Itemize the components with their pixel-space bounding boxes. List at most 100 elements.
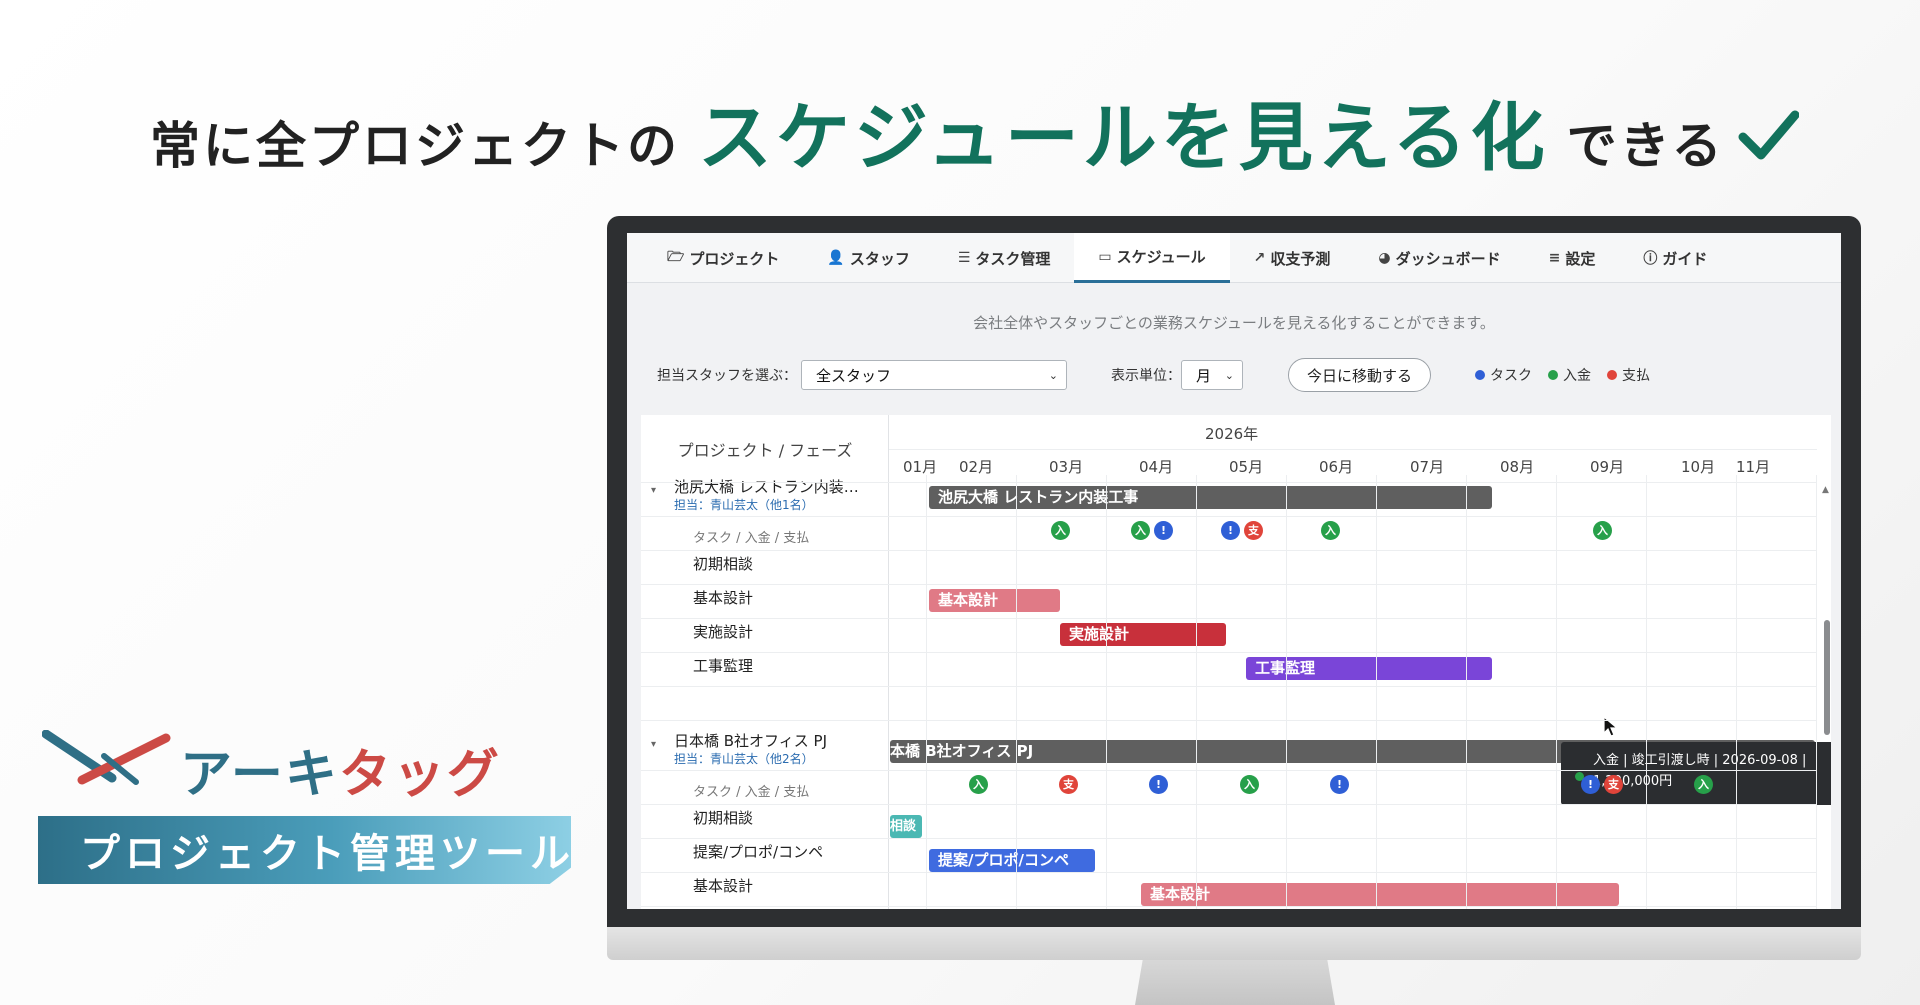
marker-tooltip: 入金 | 竣工引渡し時 | 2026-09-08 | 1,200,000円	[1561, 742, 1831, 805]
marker-income[interactable]: 入	[1131, 521, 1150, 540]
marker-payment[interactable]: 支	[1604, 775, 1623, 794]
collapse-caret-icon[interactable]: ▾	[651, 739, 656, 750]
headline-emphasis: スケジュールを見える化	[698, 95, 1549, 181]
phase-label: 工事監理	[693, 657, 754, 675]
grid-column-line	[926, 475, 927, 909]
list-check-icon: ☰	[957, 250, 971, 266]
marker-task[interactable]: !	[1581, 775, 1600, 794]
tab-label: タスク管理	[975, 249, 1051, 268]
legend-dot	[1607, 370, 1618, 380]
month-label: 11月	[1736, 458, 1771, 476]
phase-label: 初期相談	[693, 809, 754, 827]
grid-row-line	[641, 618, 1817, 619]
phase-bar-kihon[interactable]: 基本設計	[929, 589, 1060, 612]
brand-logo-icon	[42, 730, 171, 785]
grid-column-line	[1196, 475, 1197, 909]
grid-column-line	[1556, 475, 1557, 909]
brand-name-part1: アーキ	[180, 745, 339, 805]
headline-suffix: できる	[1566, 117, 1725, 175]
grid-column-line	[1376, 475, 1377, 909]
legend-income: 入金	[1548, 365, 1591, 385]
tab-guide[interactable]: ⓘ ガイド	[1619, 233, 1731, 283]
today-button[interactable]: 今日に移動する	[1288, 358, 1432, 392]
monitor-chin	[607, 925, 1861, 960]
staff-select[interactable]: 全スタッフ ⌄	[801, 360, 1067, 390]
tab-settings[interactable]: ≡ 設定	[1525, 233, 1620, 283]
grid-column-line	[1736, 475, 1737, 909]
marker-income[interactable]: 入	[1051, 521, 1070, 540]
user-gear-icon: 👤	[827, 250, 845, 266]
phase-bar-shodan[interactable]: 相談	[890, 815, 922, 838]
legend-label: 支払	[1622, 368, 1651, 384]
scroll-up-arrow-icon[interactable]: ▲	[1822, 485, 1829, 495]
grid-row-line	[641, 770, 1817, 771]
grid-row-line	[641, 652, 1817, 653]
chevron-down-icon: ⌄	[1224, 368, 1234, 382]
grid-row-line	[641, 906, 1817, 907]
phase-label: 基本設計	[693, 589, 754, 607]
legend-payment: 支払	[1607, 365, 1650, 385]
folder-icon: 🗁	[667, 249, 685, 265]
brand-name-part2: タッグ	[338, 745, 501, 805]
marker-task[interactable]: !	[1154, 521, 1173, 540]
unit-select[interactable]: 月 ⌄	[1181, 360, 1243, 390]
grid-column-line	[1286, 475, 1287, 909]
grid-row-line	[641, 838, 1817, 839]
phase-label: 実施設計	[693, 623, 754, 641]
month-label: 06月	[1319, 458, 1354, 476]
phase-label: 基本設計	[693, 877, 754, 895]
tab-task-management[interactable]: ☰ タスク管理	[934, 233, 1075, 283]
project-owner[interactable]: 担当：青山芸太（他2名）	[674, 750, 814, 767]
legend-dot	[1548, 370, 1559, 380]
marker-income[interactable]: 入	[1240, 775, 1259, 794]
task-row-label: タスク / 入金 / 支払	[693, 785, 810, 800]
tab-schedule[interactable]: ▭ スケジュール	[1074, 233, 1230, 283]
grid-column-line	[1016, 475, 1017, 909]
task-row-label: タスク / 入金 / 支払	[693, 531, 810, 546]
marker-income[interactable]: 入	[1321, 521, 1340, 540]
headline: 常に全プロジェクトの スケジュールを見える化 できる	[150, 78, 1800, 181]
legend-dot	[1475, 370, 1486, 380]
sliders-icon: ≡	[1548, 250, 1561, 266]
month-label: 02月	[959, 458, 994, 476]
legend-label: タスク	[1490, 368, 1533, 384]
phase-label: 提案/プロポ/コンペ	[693, 843, 824, 861]
marker-income[interactable]: 入	[969, 775, 988, 794]
marker-task[interactable]: !	[1330, 775, 1349, 794]
project-title[interactable]: 日本橋 B社オフィス PJ	[674, 730, 827, 751]
marker-task[interactable]: !	[1221, 521, 1240, 540]
project-bar[interactable]: 池尻大橋 レストラン内装工事	[929, 486, 1492, 509]
project-title[interactable]: 池尻大橋 レストラン内装…	[674, 476, 859, 497]
headline-prefix: 常に全プロジェクトの	[150, 117, 680, 175]
marker-income[interactable]: 入	[1593, 521, 1612, 540]
tab-staff[interactable]: 👤 スタッフ	[803, 233, 933, 283]
grid-row-line	[641, 584, 1817, 585]
month-label: 08月	[1500, 458, 1535, 476]
phase-bar-kihon[interactable]: 基本設計	[1141, 883, 1619, 906]
month-label: 03月	[1049, 458, 1084, 476]
marker-task[interactable]: !	[1149, 775, 1168, 794]
gantt-scrollbar[interactable]: ▲	[1822, 415, 1831, 909]
grid-column-line	[1816, 475, 1817, 909]
phase-label: 初期相談	[693, 555, 754, 573]
legend-label: 入金	[1563, 368, 1592, 384]
grid-row-line	[641, 516, 1817, 517]
marker-payment[interactable]: 支	[1244, 521, 1263, 540]
tab-dashboard[interactable]: ◕ ダッシュボード	[1354, 233, 1524, 283]
brand-name: アーキタッグ	[180, 732, 501, 807]
check-icon	[1738, 110, 1799, 160]
tab-project[interactable]: 🗁 プロジェクト	[643, 233, 803, 283]
phase-bar-kanri[interactable]: 工事監理	[1246, 657, 1492, 680]
scroll-thumb[interactable]	[1824, 620, 1830, 735]
collapse-caret-icon[interactable]: ▾	[651, 485, 656, 496]
marker-payment[interactable]: 支	[1059, 775, 1078, 794]
phase-bar-jisshi[interactable]: 実施設計	[1060, 623, 1226, 646]
grid-row-line	[641, 482, 1817, 483]
legend: タスク 入金 支払	[1475, 365, 1666, 385]
marker-income[interactable]: 入	[1694, 775, 1713, 794]
tab-revenue-forecast[interactable]: ↗ 収支予測	[1230, 233, 1355, 283]
phase-bar-teian[interactable]: 提案/プロポ/コンペ	[929, 849, 1095, 872]
gantt-year: 2026年	[1205, 425, 1259, 443]
monitor-stand	[1135, 958, 1335, 1005]
project-owner[interactable]: 担当：青山芸太（他1名）	[674, 496, 814, 513]
